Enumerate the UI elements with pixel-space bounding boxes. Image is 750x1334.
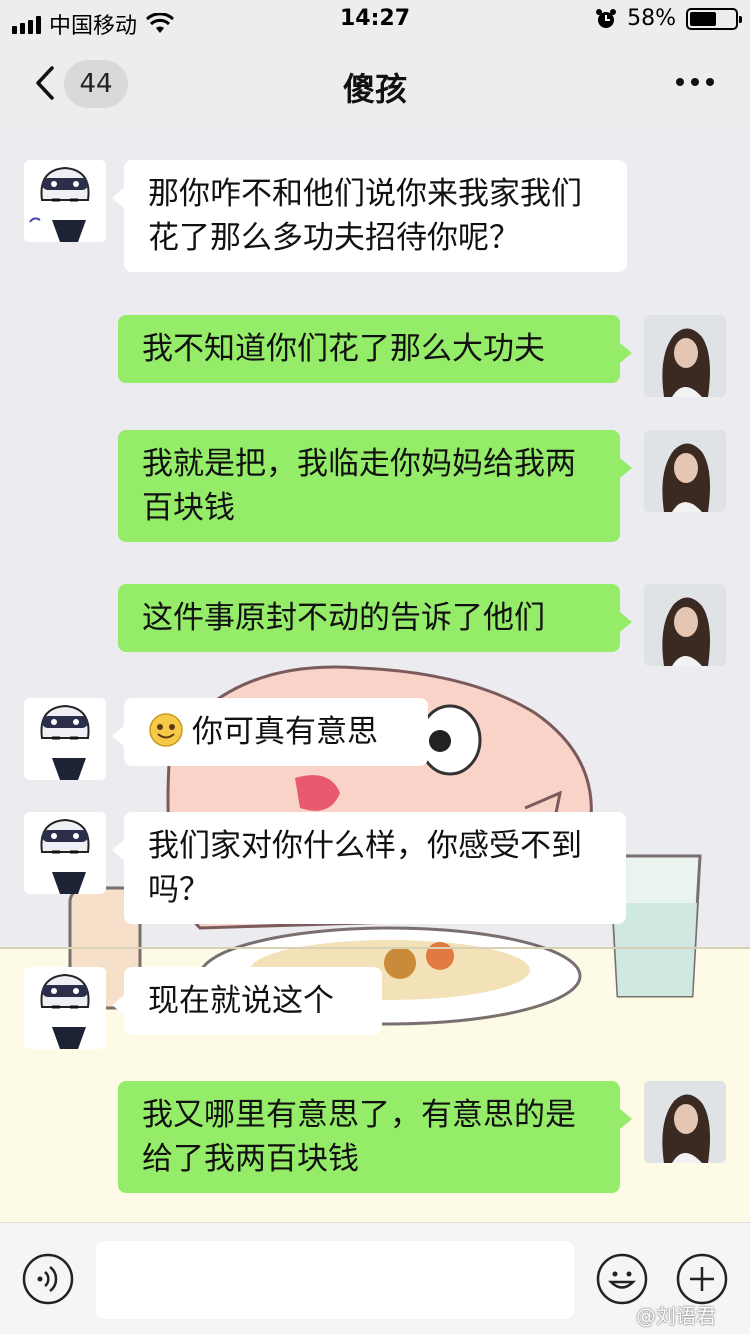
contact-avatar[interactable] bbox=[24, 698, 106, 780]
emoji-icon bbox=[596, 1253, 648, 1305]
outgoing-bubble[interactable]: 我又哪里有意思了，有意思的是给了我两百块钱 bbox=[118, 1081, 632, 1193]
my-avatar[interactable] bbox=[644, 1081, 726, 1163]
my-avatar[interactable] bbox=[644, 430, 726, 512]
anime-avatar-icon bbox=[24, 967, 106, 1049]
contact-avatar[interactable] bbox=[24, 967, 106, 1049]
voice-button[interactable] bbox=[22, 1253, 74, 1305]
anime-avatar-icon bbox=[24, 812, 106, 894]
nav-bar: 44 傻孩 bbox=[0, 40, 750, 128]
incoming-bubble[interactable]: 那你咋不和他们说你来我家我们花了那么多功夫招待你呢？ bbox=[112, 160, 627, 272]
chat-area[interactable]: 那你咋不和他们说你来我家我们花了那么多功夫招待你呢？ 我不知道你们花了那么大功夫… bbox=[0, 128, 750, 1222]
outgoing-bubble[interactable]: 我就是把，我临走你妈妈给我两百块钱 bbox=[118, 430, 632, 542]
emoji-button[interactable] bbox=[596, 1253, 648, 1305]
portrait-avatar-icon bbox=[644, 430, 726, 512]
status-bar-right: 58% bbox=[595, 6, 742, 31]
chat-wallpaper bbox=[0, 665, 750, 1026]
portrait-avatar-icon bbox=[644, 1081, 726, 1163]
plus-button[interactable] bbox=[676, 1253, 728, 1305]
outgoing-bubble[interactable]: 这件事原封不动的告诉了他们 bbox=[118, 584, 632, 652]
my-avatar[interactable] bbox=[644, 584, 726, 666]
contact-avatar[interactable] bbox=[24, 160, 106, 242]
message-input[interactable] bbox=[96, 1241, 574, 1319]
battery-percent: 58% bbox=[627, 6, 676, 31]
outgoing-bubble[interactable]: 我不知道你们花了那么大功夫 bbox=[118, 315, 632, 383]
status-bar: 中国移动 14:27 58% bbox=[0, 0, 750, 40]
battery-icon bbox=[686, 7, 742, 30]
anime-avatar-icon bbox=[24, 160, 106, 242]
anime-avatar-icon bbox=[24, 698, 106, 780]
chat-title: 傻孩 bbox=[342, 70, 407, 108]
smile-emoji-icon bbox=[149, 713, 183, 747]
plus-icon bbox=[676, 1253, 728, 1305]
voice-icon bbox=[22, 1253, 74, 1305]
my-avatar[interactable] bbox=[644, 315, 726, 397]
more-icon bbox=[676, 78, 714, 86]
incoming-bubble[interactable]: 你可真有意思 bbox=[112, 698, 428, 766]
contact-avatar[interactable] bbox=[24, 812, 106, 894]
portrait-avatar-icon bbox=[644, 584, 726, 666]
more-button[interactable] bbox=[676, 72, 716, 92]
battery-fill bbox=[690, 11, 716, 26]
portrait-avatar-icon bbox=[644, 315, 726, 397]
watermark: @刘语君 bbox=[636, 1304, 716, 1328]
incoming-bubble[interactable]: 现在就说这个 bbox=[112, 967, 382, 1035]
incoming-bubble[interactable]: 我们家对你什么样，你感受不到吗？ bbox=[112, 812, 626, 924]
message-text: 你可真有意思 bbox=[192, 714, 378, 750]
alarm-icon bbox=[596, 8, 617, 28]
